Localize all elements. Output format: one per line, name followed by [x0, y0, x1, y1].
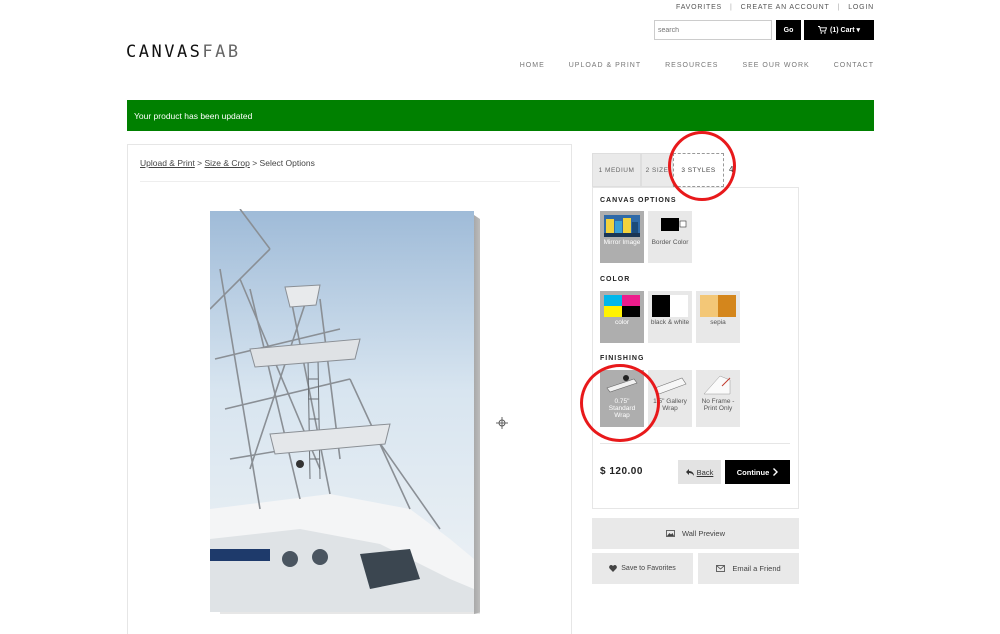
- search-go-button[interactable]: Go: [776, 20, 801, 40]
- black-white-icon: [652, 295, 688, 317]
- nav-home[interactable]: HOME: [520, 62, 545, 69]
- option-border-color[interactable]: Border Color: [648, 211, 692, 263]
- email-friend-label: Email a Friend: [732, 564, 781, 573]
- gallery-wrap-icon: [652, 374, 688, 396]
- success-banner: Your product has been updated: [127, 100, 874, 131]
- breadcrumb-current: Select Options: [259, 158, 315, 168]
- crosshair-icon[interactable]: [496, 417, 508, 429]
- option-label: 0.75" Standard Wrap: [608, 398, 636, 419]
- separator: |: [837, 4, 841, 11]
- breadcrumb-size-crop[interactable]: Size & Crop: [205, 158, 250, 168]
- section-title-color: COLOR: [600, 276, 631, 283]
- option-label: Border Color: [651, 239, 689, 246]
- create-account-link[interactable]: CREATE AN ACCOUNT: [741, 4, 830, 11]
- tab-step-4[interactable]: 4: [729, 165, 733, 174]
- envelope-icon: [716, 565, 726, 572]
- black-white-swatch: [652, 295, 688, 317]
- option-color[interactable]: color: [600, 291, 644, 343]
- wall-preview-button[interactable]: Wall Preview: [592, 518, 799, 549]
- color-swatch: [604, 295, 640, 317]
- logo[interactable]: CANVASFAB: [126, 42, 241, 62]
- tab-medium[interactable]: 1 MEDIUM: [592, 153, 641, 187]
- breadcrumb-upload-print[interactable]: Upload & Print: [140, 158, 195, 168]
- breadcrumb-separator: >: [194, 158, 205, 168]
- option-sepia[interactable]: sepia: [696, 291, 740, 343]
- separator: |: [730, 4, 733, 11]
- divider: [140, 181, 560, 182]
- continue-button[interactable]: Continue: [725, 460, 790, 484]
- section-title-finishing: FINISHING: [600, 355, 645, 362]
- tab-styles[interactable]: 3 STYLES: [673, 153, 724, 187]
- price: $ 120.00: [600, 466, 643, 477]
- standard-wrap-swatch: [604, 374, 640, 396]
- breadcrumb-separator: >: [249, 158, 260, 168]
- search-input[interactable]: [654, 20, 772, 40]
- option-standard-wrap[interactable]: 0.75" Standard Wrap: [600, 370, 644, 427]
- option-black-white[interactable]: black & white: [648, 291, 692, 343]
- no-frame-swatch: [700, 374, 736, 396]
- sepia-icon: [700, 295, 736, 317]
- option-label: color: [614, 319, 630, 326]
- chevron-right-icon: [773, 468, 779, 476]
- login-link[interactable]: LOGIN: [848, 4, 874, 11]
- nav-see-our-work[interactable]: SEE OUR WORK: [742, 62, 809, 69]
- save-favorites-label: Save to Favorites: [621, 565, 676, 572]
- continue-label: Continue: [736, 467, 770, 477]
- option-no-frame[interactable]: No Frame - Print Only: [696, 370, 740, 427]
- section-title-canvas-options: CANVAS OPTIONS: [600, 197, 677, 204]
- border-color-icon: [652, 215, 688, 237]
- step-tabs: 1 MEDIUM 2 SIZE 3 STYLES: [592, 153, 724, 187]
- print-only-icon: [700, 374, 736, 396]
- image-icon: [666, 530, 675, 537]
- cart-icon: [818, 26, 828, 34]
- sepia-swatch: [700, 295, 736, 317]
- banner-message: Your product has been updated: [134, 110, 253, 121]
- cart-label: (1) Cart ▾: [830, 27, 860, 34]
- option-mirror-image[interactable]: Mirror Image: [600, 211, 644, 263]
- nav-contact[interactable]: CONTACT: [834, 62, 874, 69]
- tab-size[interactable]: 2 SIZE: [641, 153, 673, 187]
- option-label: black & white: [650, 319, 690, 326]
- main-nav: HOME UPLOAD & PRINT RESOURCES SEE OUR WO…: [520, 62, 874, 69]
- mirror-image-swatch: [604, 215, 640, 237]
- mirror-image-icon: [604, 215, 640, 237]
- cart-button[interactable]: (1) Cart ▾: [804, 20, 874, 40]
- save-favorites-button[interactable]: Save to Favorites: [592, 553, 693, 584]
- option-label: Mirror Image: [603, 239, 641, 246]
- nav-upload-print[interactable]: UPLOAD & PRINT: [569, 62, 641, 69]
- back-button[interactable]: Back: [678, 460, 721, 484]
- standard-wrap-icon: [604, 374, 640, 396]
- email-friend-button[interactable]: Email a Friend: [698, 553, 799, 584]
- heart-icon: [609, 565, 618, 572]
- favorites-link[interactable]: FAVORITES: [676, 4, 722, 11]
- back-arrow-icon: [685, 468, 694, 476]
- back-label: Back: [696, 467, 714, 477]
- wall-preview-label: Wall Preview: [681, 529, 726, 538]
- option-gallery-wrap[interactable]: 1.5" Gallery Wrap: [648, 370, 692, 427]
- breadcrumb: Upload & Print > Size & Crop > Select Op…: [140, 158, 315, 168]
- preview-panel: Upload & Print > Size & Crop > Select Op…: [127, 144, 572, 634]
- top-links: FAVORITES | CREATE AN ACCOUNT | LOGIN: [676, 4, 874, 11]
- logo-suffix: FAB: [202, 42, 241, 62]
- option-label: No Frame - Print Only: [701, 398, 735, 412]
- cmyk-icon: [604, 295, 640, 317]
- divider: [600, 443, 790, 444]
- logo-main: CANVAS: [126, 42, 203, 62]
- option-label: sepia: [710, 319, 726, 326]
- border-color-swatch: [652, 215, 688, 237]
- option-label: 1.5" Gallery Wrap: [653, 398, 687, 412]
- nav-resources[interactable]: RESOURCES: [665, 62, 718, 69]
- canvas-preview-image: [210, 209, 480, 614]
- gallery-wrap-swatch: [652, 374, 688, 396]
